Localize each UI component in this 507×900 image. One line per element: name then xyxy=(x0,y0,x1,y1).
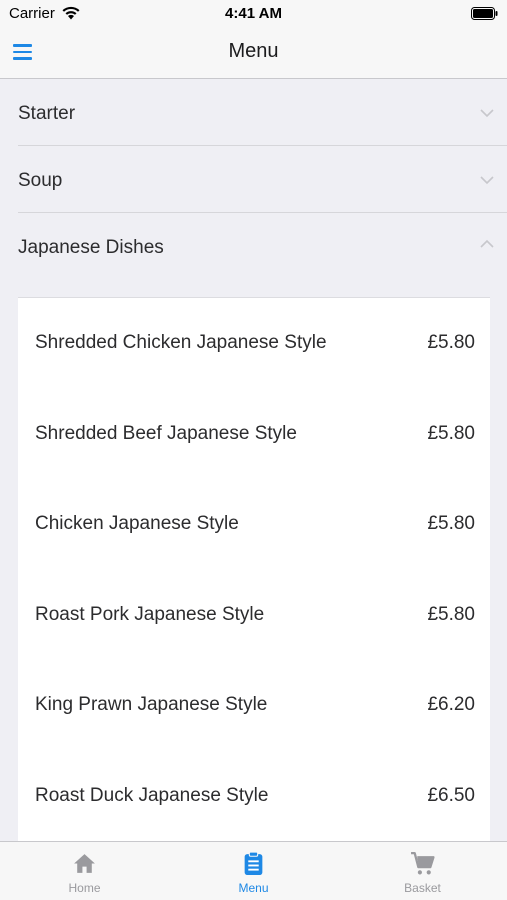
dish-name: Roast Pork Japanese Style xyxy=(35,603,265,625)
dish-price: £5.80 xyxy=(427,422,475,444)
status-time: 4:41 AM xyxy=(225,5,282,22)
dish-name: King Prawn Japanese Style xyxy=(35,694,268,715)
status-bar: Carrier 4:41 AM xyxy=(0,0,507,28)
chevron-down-icon xyxy=(480,176,494,185)
dish-name: Shredded Beef Japanese Style xyxy=(35,422,297,444)
category-label: Soup xyxy=(18,170,63,191)
chevron-up-icon xyxy=(480,239,494,248)
dish-item[interactable]: Chicken Japanese Style £5.80 xyxy=(18,479,490,570)
page-title: Menu xyxy=(228,40,279,62)
dish-price: £5.80 xyxy=(427,513,475,534)
tab-menu[interactable]: Menu xyxy=(169,842,338,900)
dish-item[interactable]: Roast Duck Japanese Style £6.50 xyxy=(18,751,490,842)
tab-basket[interactable]: Basket xyxy=(338,842,507,900)
navigation-bar: Menu xyxy=(0,28,507,79)
dish-name: Shredded Chicken Japanese Style xyxy=(35,332,327,353)
chevron-down-icon xyxy=(480,109,494,118)
tab-bar: Home Menu Basket xyxy=(0,841,507,900)
dish-name: Chicken Japanese Style xyxy=(35,513,239,534)
home-icon xyxy=(74,854,95,873)
tab-home[interactable]: Home xyxy=(0,842,169,900)
dish-price: £5.80 xyxy=(427,603,475,625)
category-starter[interactable]: Starter xyxy=(18,79,507,146)
clipboard-icon xyxy=(244,851,263,875)
dish-item[interactable]: Shredded Beef Japanese Style £5.80 xyxy=(18,389,490,480)
dish-item[interactable]: Shredded Chicken Japanese Style £5.80 xyxy=(18,298,490,389)
dish-price: £6.50 xyxy=(427,784,475,806)
category-soup[interactable]: Soup xyxy=(18,146,507,213)
dish-list: Shredded Chicken Japanese Style £5.80 Sh… xyxy=(18,297,490,841)
battery-icon xyxy=(471,7,498,20)
tab-label: Home xyxy=(68,881,101,895)
tab-label: Basket xyxy=(404,881,441,895)
tab-label: Menu xyxy=(238,881,269,895)
category-label: Japanese Dishes xyxy=(18,237,164,258)
dish-price: £6.20 xyxy=(427,694,475,715)
category-japanese-dishes[interactable]: Japanese Dishes xyxy=(18,213,507,283)
dish-item[interactable]: Roast Pork Japanese Style £5.80 xyxy=(18,570,490,661)
menu-content[interactable]: Starter Soup Japanese Dishes Shredded Ch… xyxy=(0,79,507,841)
category-label: Starter xyxy=(18,103,76,124)
dish-name: Roast Duck Japanese Style xyxy=(35,784,269,806)
dish-item[interactable]: King Prawn Japanese Style £6.20 xyxy=(18,660,490,751)
dish-price: £5.80 xyxy=(427,332,475,353)
cart-icon xyxy=(411,851,435,875)
